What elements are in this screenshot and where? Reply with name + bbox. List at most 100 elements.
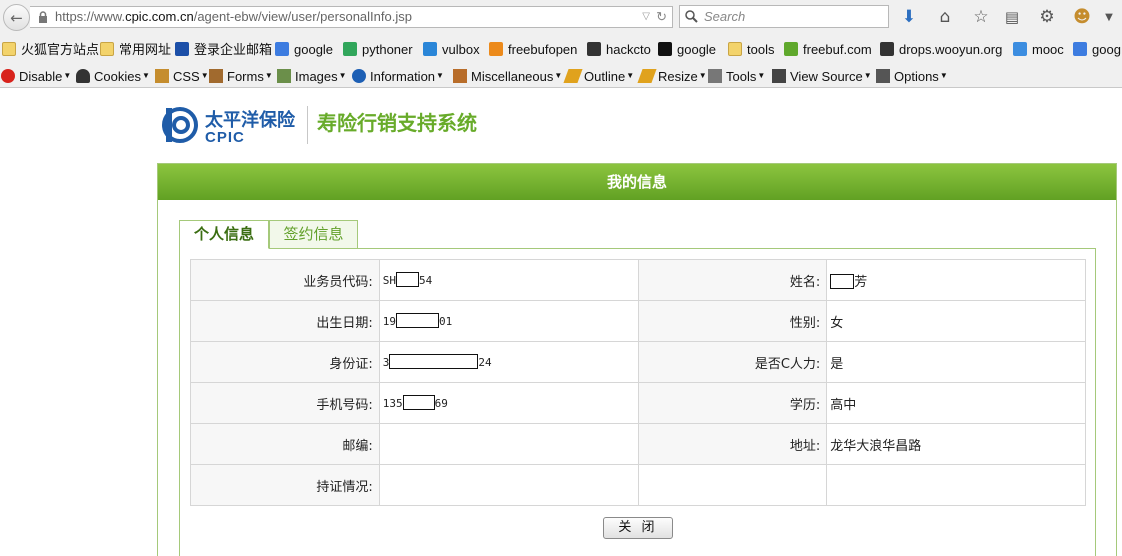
empty-label: [637, 464, 828, 506]
redaction-box: [389, 354, 479, 369]
menu-dropdown-icon[interactable]: ▼: [1098, 6, 1120, 28]
lock-icon: [39, 11, 47, 23]
table-row: 手机号码: 135 69 学历: 高中: [190, 382, 1086, 424]
devtool-resize[interactable]: Resize▼: [637, 67, 707, 84]
devtool-label: Cookies: [94, 69, 141, 84]
freebuf-icon: [489, 42, 503, 56]
bookmark-item[interactable]: pythoner: [343, 41, 413, 58]
chevron-down-icon: ▼: [141, 71, 150, 80]
devtool-css[interactable]: CSS▼: [155, 67, 209, 84]
bookmark-item[interactable]: drops.wooyun.org: [880, 41, 1002, 58]
company-name-en: CPIC: [205, 129, 245, 146]
close-button[interactable]: 关 闭: [603, 517, 673, 539]
tab-contract-info[interactable]: 签约信息: [269, 220, 358, 249]
bookmark-item[interactable]: mooc: [1013, 41, 1064, 58]
devtool-forms[interactable]: Forms▼: [209, 67, 273, 84]
phone-label: 手机号码:: [190, 382, 380, 424]
birth-date-prefix: 19: [382, 315, 397, 328]
drops-icon: [880, 42, 894, 56]
devtool-images[interactable]: Images▼: [277, 67, 347, 84]
chevron-down-icon: ▼: [757, 71, 766, 80]
bookmark-item[interactable]: freebuf.com: [784, 41, 872, 58]
devtool-label: Information: [370, 69, 436, 84]
reading-list-icon[interactable]: ▤: [1001, 6, 1023, 28]
bookmark-item[interactable]: 登录企业邮箱: [175, 41, 272, 58]
devtool-label: Miscellaneous: [471, 69, 554, 84]
devtool-label: Forms: [227, 69, 264, 84]
devtool-options[interactable]: Options▼: [876, 67, 948, 84]
empty-value: [826, 464, 1086, 506]
bookmark-item[interactable]: google: [658, 41, 716, 58]
redaction-box: [396, 313, 440, 328]
devtool-information[interactable]: Information▼: [352, 67, 444, 84]
bookmark-item[interactable]: hackcto: [587, 41, 651, 58]
agent-code-label: 业务员代码:: [190, 259, 380, 301]
star-icon[interactable]: ☆: [970, 6, 992, 28]
gear-icon[interactable]: ⚙: [1036, 6, 1058, 28]
devtool-outline[interactable]: Outline▼: [563, 67, 634, 84]
personal-info-table: 业务员代码: SH 54 姓名: 芳 出生日期: 19 01 性别: 女 身份证: …: [190, 259, 1086, 506]
devtool-label: View Source: [790, 69, 863, 84]
agent-code-prefix: SH: [382, 274, 397, 287]
agent-code-value: SH 54: [378, 259, 639, 301]
chevron-down-icon: ▼: [63, 71, 72, 80]
reload-icon[interactable]: ↻: [656, 7, 667, 27]
bookmark-label: goog: [1092, 42, 1121, 57]
bookmark-label: freebufopen: [508, 42, 578, 57]
extension-face-icon[interactable]: ☻: [1071, 6, 1093, 28]
github-icon: [658, 42, 672, 56]
download-icon[interactable]: ⬇: [898, 6, 920, 28]
devtool-tools[interactable]: Tools▼: [708, 67, 765, 84]
bookmark-item[interactable]: 常用网址: [100, 41, 171, 58]
devtool-view-source[interactable]: View Source▼: [772, 67, 872, 84]
disable-icon: [1, 69, 15, 83]
certificate-label: 持证情况:: [190, 464, 380, 506]
chevron-down-icon: ▼: [436, 71, 444, 80]
devtool-disable[interactable]: Disable▼: [1, 67, 71, 84]
folder-icon: [2, 42, 16, 56]
search-input[interactable]: Search: [679, 5, 889, 28]
web-developer-toolbar: Disable▼ Cookies▼ CSS▼ Forms▼ Images▼ In…: [0, 62, 1122, 88]
hexagon-icon: [423, 42, 437, 56]
bookmark-item[interactable]: google: [275, 41, 333, 58]
url-host: cpic.com.cn: [125, 9, 194, 24]
url-dropdown-icon[interactable]: ▽: [642, 7, 650, 27]
education-label: 学历:: [637, 382, 828, 424]
back-arrow-icon[interactable]: ←: [3, 4, 30, 31]
table-row: 业务员代码: SH 54 姓名: 芳: [190, 259, 1086, 301]
bookmark-item[interactable]: tools: [728, 41, 774, 58]
home-icon[interactable]: ⌂: [934, 6, 956, 28]
url-input[interactable]: https://www.cpic.com.cn/agent-ebw/view/u…: [30, 6, 673, 28]
id-card-label: 身份证:: [190, 341, 380, 383]
agent-code-suffix: 54: [419, 274, 433, 287]
id-card-value: 3 24: [378, 341, 639, 383]
birth-date-label: 出生日期:: [190, 300, 380, 342]
devtool-miscellaneous[interactable]: Miscellaneous▼: [453, 67, 562, 84]
bookmark-label: google: [677, 42, 717, 57]
name-label: 姓名:: [637, 259, 828, 301]
postcode-value: [378, 423, 639, 465]
tab-personal-info[interactable]: 个人信息: [179, 220, 269, 249]
browser-toolbar: ← https://www.cpic.com.cn/agent-ebw/view…: [0, 0, 1122, 36]
bookmark-label: google: [294, 42, 334, 57]
search-placeholder: Search: [704, 9, 746, 24]
bookmark-item[interactable]: freebufopen: [489, 41, 577, 58]
certificate-value: [378, 464, 639, 506]
url-path: /agent-ebw/view/user/personalInfo.jsp: [193, 9, 412, 24]
bookmark-label: 常用网址: [119, 42, 172, 57]
bookmark-item[interactable]: goog: [1073, 41, 1121, 58]
c-staff-value: 是: [826, 341, 1086, 383]
search-icon: [685, 10, 698, 23]
devtool-cookies[interactable]: Cookies▼: [76, 67, 150, 84]
bookmark-item[interactable]: 火狐官方站点: [2, 41, 99, 58]
devtool-label: Resize: [658, 69, 698, 84]
redaction-box: [830, 273, 855, 289]
bookmark-item[interactable]: vulbox: [423, 41, 480, 58]
chevron-down-icon: ▼: [264, 71, 273, 80]
gender-label: 性别:: [637, 300, 828, 342]
mail-icon: [175, 42, 189, 56]
id-card-prefix: 3: [382, 356, 390, 369]
folder-icon: [100, 42, 114, 56]
bookmark-label: drops.wooyun.org: [899, 42, 1003, 57]
logo-divider: [307, 106, 308, 144]
